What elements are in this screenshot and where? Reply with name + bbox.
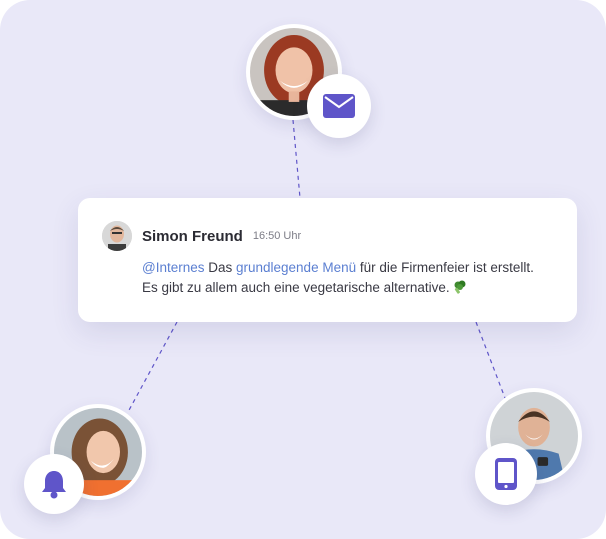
broccoli-icon xyxy=(454,280,466,294)
message-text: @Internes Das grundlegende Menü für die … xyxy=(142,258,552,298)
envelope-icon xyxy=(323,94,355,118)
message-text-part: Das xyxy=(204,260,236,275)
mobile-badge xyxy=(475,443,537,505)
connector-top xyxy=(292,119,301,199)
menu-link[interactable]: grundlegende Menü xyxy=(236,260,356,275)
bell-icon xyxy=(42,471,66,499)
smartphone-icon xyxy=(495,458,517,490)
message-card: Simon Freund 16:50 Uhr @Internes Das gru… xyxy=(78,198,577,322)
message-timestamp: 16:50 Uhr xyxy=(252,230,302,242)
author-avatar xyxy=(102,221,132,251)
connector-right xyxy=(475,321,506,399)
author-name: Simon Freund xyxy=(142,227,243,245)
notification-badge xyxy=(24,454,84,514)
email-badge xyxy=(307,74,371,138)
message-header: Simon Freund 16:50 Uhr xyxy=(102,220,553,252)
illustration-canvas: Simon Freund 16:50 Uhr @Internes Das gru… xyxy=(0,0,606,539)
connector-left xyxy=(127,321,178,413)
mention-link[interactable]: @Internes xyxy=(142,260,204,275)
